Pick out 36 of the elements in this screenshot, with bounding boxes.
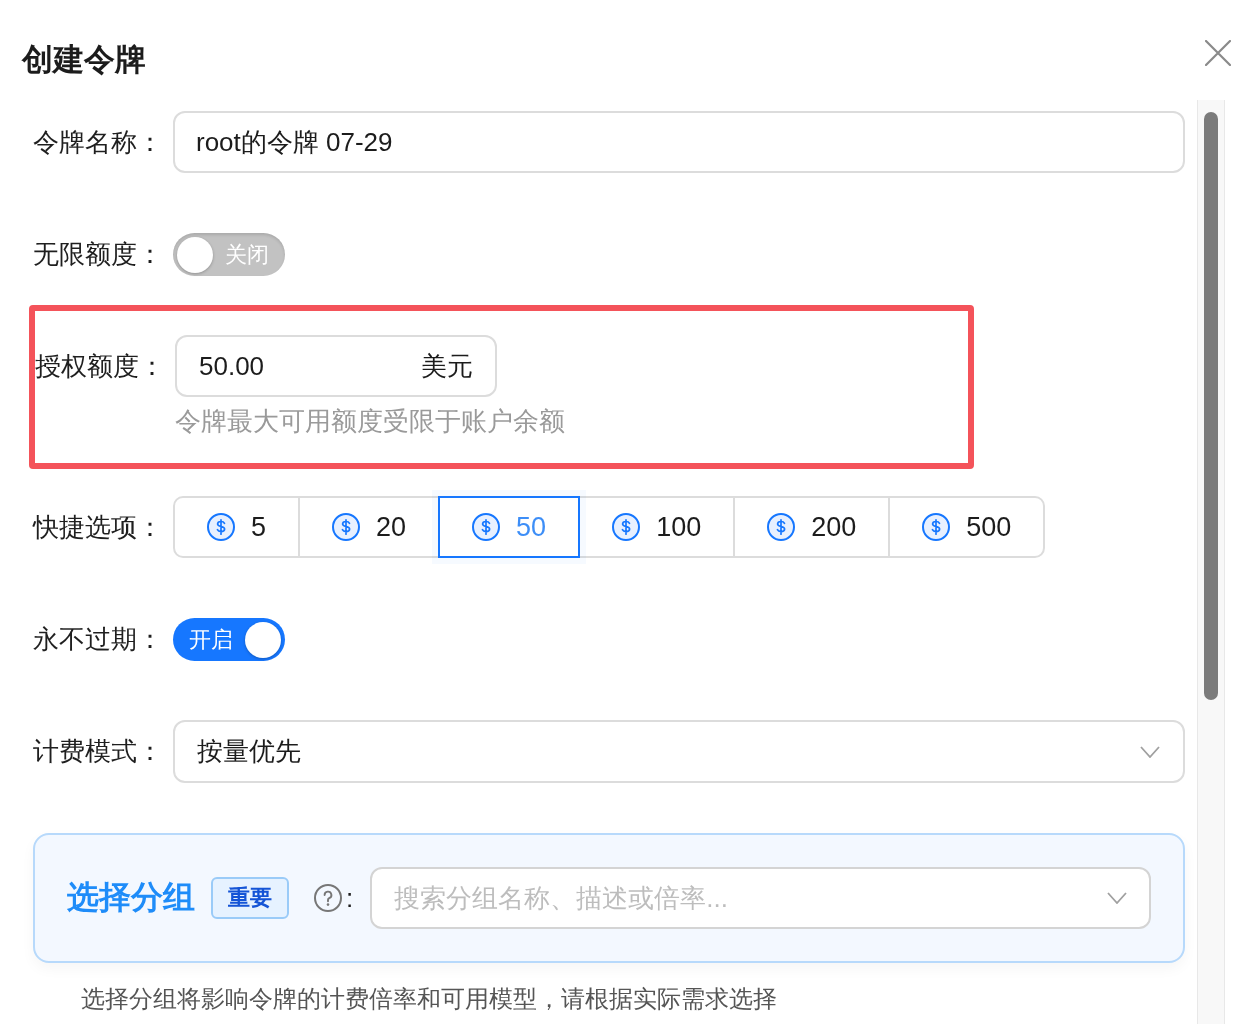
field-label: 永不过期： <box>33 622 163 656</box>
amount-option[interactable]: 20 <box>298 496 441 558</box>
field-label: 快捷选项： <box>33 510 163 544</box>
toggle-switch[interactable]: 开启 <box>173 618 285 661</box>
dialog-title: 创建令牌 <box>22 41 146 79</box>
close-icon[interactable] <box>1205 40 1231 66</box>
dollar-coin-icon <box>472 513 501 541</box>
scrollbar-thumb[interactable] <box>1204 112 1218 700</box>
question-circle-icon[interactable] <box>314 884 342 912</box>
amount-option[interactable]: 500 <box>888 496 1046 558</box>
chevron-down-icon <box>1107 892 1127 904</box>
field-label: 无限额度： <box>33 237 163 271</box>
dollar-coin-icon <box>207 513 235 541</box>
important-tag: 重要 <box>211 877 289 919</box>
group-search-input[interactable]: 搜索分组名称、描述或倍率... <box>394 882 1095 914</box>
amount-option[interactable]: 100 <box>578 496 736 558</box>
field-label: 计费模式： <box>33 734 163 768</box>
field-label: 令牌名称： <box>33 125 163 159</box>
amount-field[interactable]: 50.00 美元 <box>175 335 497 397</box>
group-select[interactable]: 搜索分组名称、描述或倍率... <box>370 867 1151 929</box>
token-name-input[interactable]: root的令牌 07-29 <box>173 111 1185 173</box>
field-label: 授权额度： <box>35 349 165 383</box>
group-note: 选择分组将影响令牌的计费倍率和可用模型，请根据实际需求选择 <box>80 984 778 1014</box>
group-title: 选择分组 <box>67 878 195 917</box>
colon-text: : <box>346 882 354 914</box>
dollar-coin-icon <box>922 513 951 541</box>
dollar-coin-icon <box>612 513 641 541</box>
chevron-down-icon <box>1140 745 1160 758</box>
help-text: 令牌最大可用额度受限于账户余额 <box>175 405 565 437</box>
amount-input[interactable]: 50.00 <box>199 350 421 382</box>
billing-mode-select[interactable]: 按量优先 <box>173 720 1185 783</box>
dollar-coin-icon <box>767 513 796 541</box>
dollar-coin-icon <box>332 513 361 541</box>
amount-option[interactable]: 200 <box>733 496 891 558</box>
currency-unit: 美元 <box>421 349 473 383</box>
amount-option[interactable]: 5 <box>173 496 301 558</box>
